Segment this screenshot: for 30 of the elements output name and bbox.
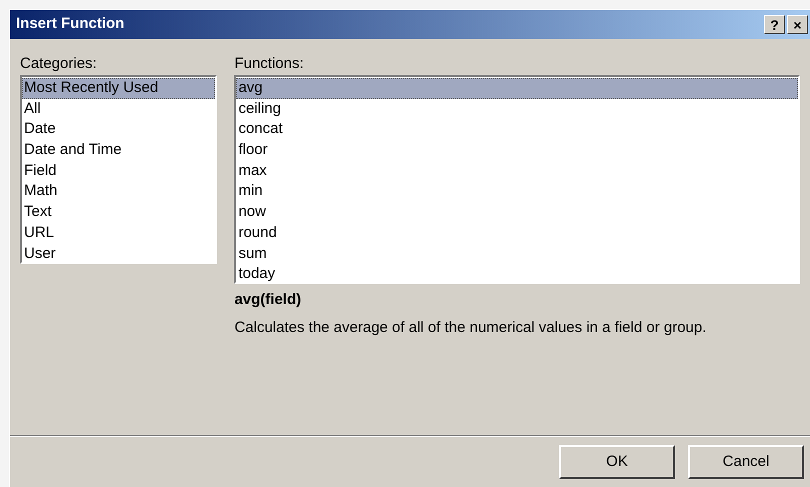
category-item[interactable]: User xyxy=(22,244,216,264)
category-item[interactable]: Field xyxy=(22,160,216,182)
category-item[interactable]: Date and Time xyxy=(22,140,216,161)
function-item[interactable]: ceiling xyxy=(236,98,798,120)
function-item[interactable]: sum xyxy=(236,244,798,264)
function-item[interactable]: now xyxy=(236,202,798,223)
cancel-button[interactable]: Cancel xyxy=(688,445,804,479)
categories-label: Categories: xyxy=(20,54,98,73)
category-item[interactable]: All xyxy=(22,98,216,120)
function-signature: avg(field) xyxy=(234,290,302,310)
category-item[interactable]: Date xyxy=(22,119,216,140)
ok-button[interactable]: OK xyxy=(559,445,675,479)
help-button[interactable]: ? xyxy=(764,15,785,34)
function-item[interactable]: round xyxy=(236,222,798,244)
function-item[interactable]: today xyxy=(236,264,798,285)
function-item[interactable]: concat xyxy=(236,119,798,140)
function-item[interactable]: floor xyxy=(236,140,798,161)
function-description: Calculates the average of all of the numerical values in a field or group. xyxy=(234,318,708,338)
function-item[interactable]: min xyxy=(236,181,798,202)
category-item[interactable]: Math xyxy=(22,181,216,202)
functions-list[interactable]: avg ceiling concat floor max min now round sum today xyxy=(234,75,800,284)
category-item[interactable]: URL xyxy=(22,222,216,244)
category-item[interactable]: Most Recently Used xyxy=(22,78,216,99)
close-button[interactable]: × xyxy=(787,15,808,34)
function-item[interactable]: avg xyxy=(236,78,798,99)
categories-list[interactable]: Most Recently Used All Date Date and Time Field Math Text URL User xyxy=(20,75,218,264)
functions-label: Functions: xyxy=(234,54,305,73)
window-title: Insert Function xyxy=(16,14,126,34)
category-item[interactable]: Text xyxy=(22,202,216,223)
function-item[interactable]: max xyxy=(236,160,798,182)
